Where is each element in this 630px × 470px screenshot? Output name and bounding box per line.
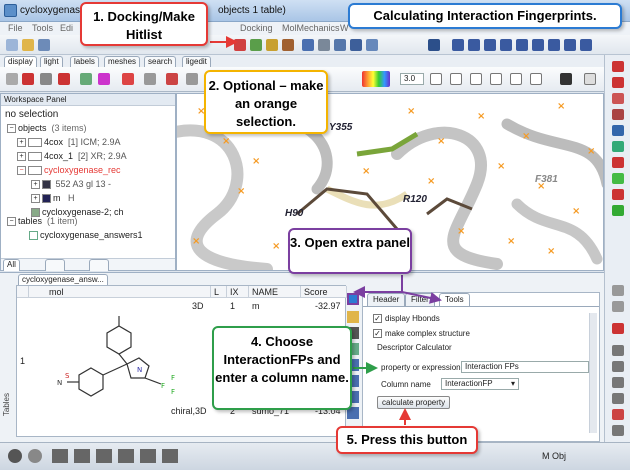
callout-extra-panel: 3. Open extra panel bbox=[288, 228, 412, 274]
callout-docking: 1. Docking/Make Hitlist bbox=[80, 2, 208, 46]
callout-press-button: 5. Press this button bbox=[336, 426, 478, 454]
callout-interaction-fps: 4. Choose InteractionFPs and enter a col… bbox=[212, 326, 352, 410]
callout-title: Calculating Interaction Fingerprints. bbox=[348, 3, 622, 29]
callout-selection: 2. Optional – make an orange selection. bbox=[204, 70, 328, 134]
